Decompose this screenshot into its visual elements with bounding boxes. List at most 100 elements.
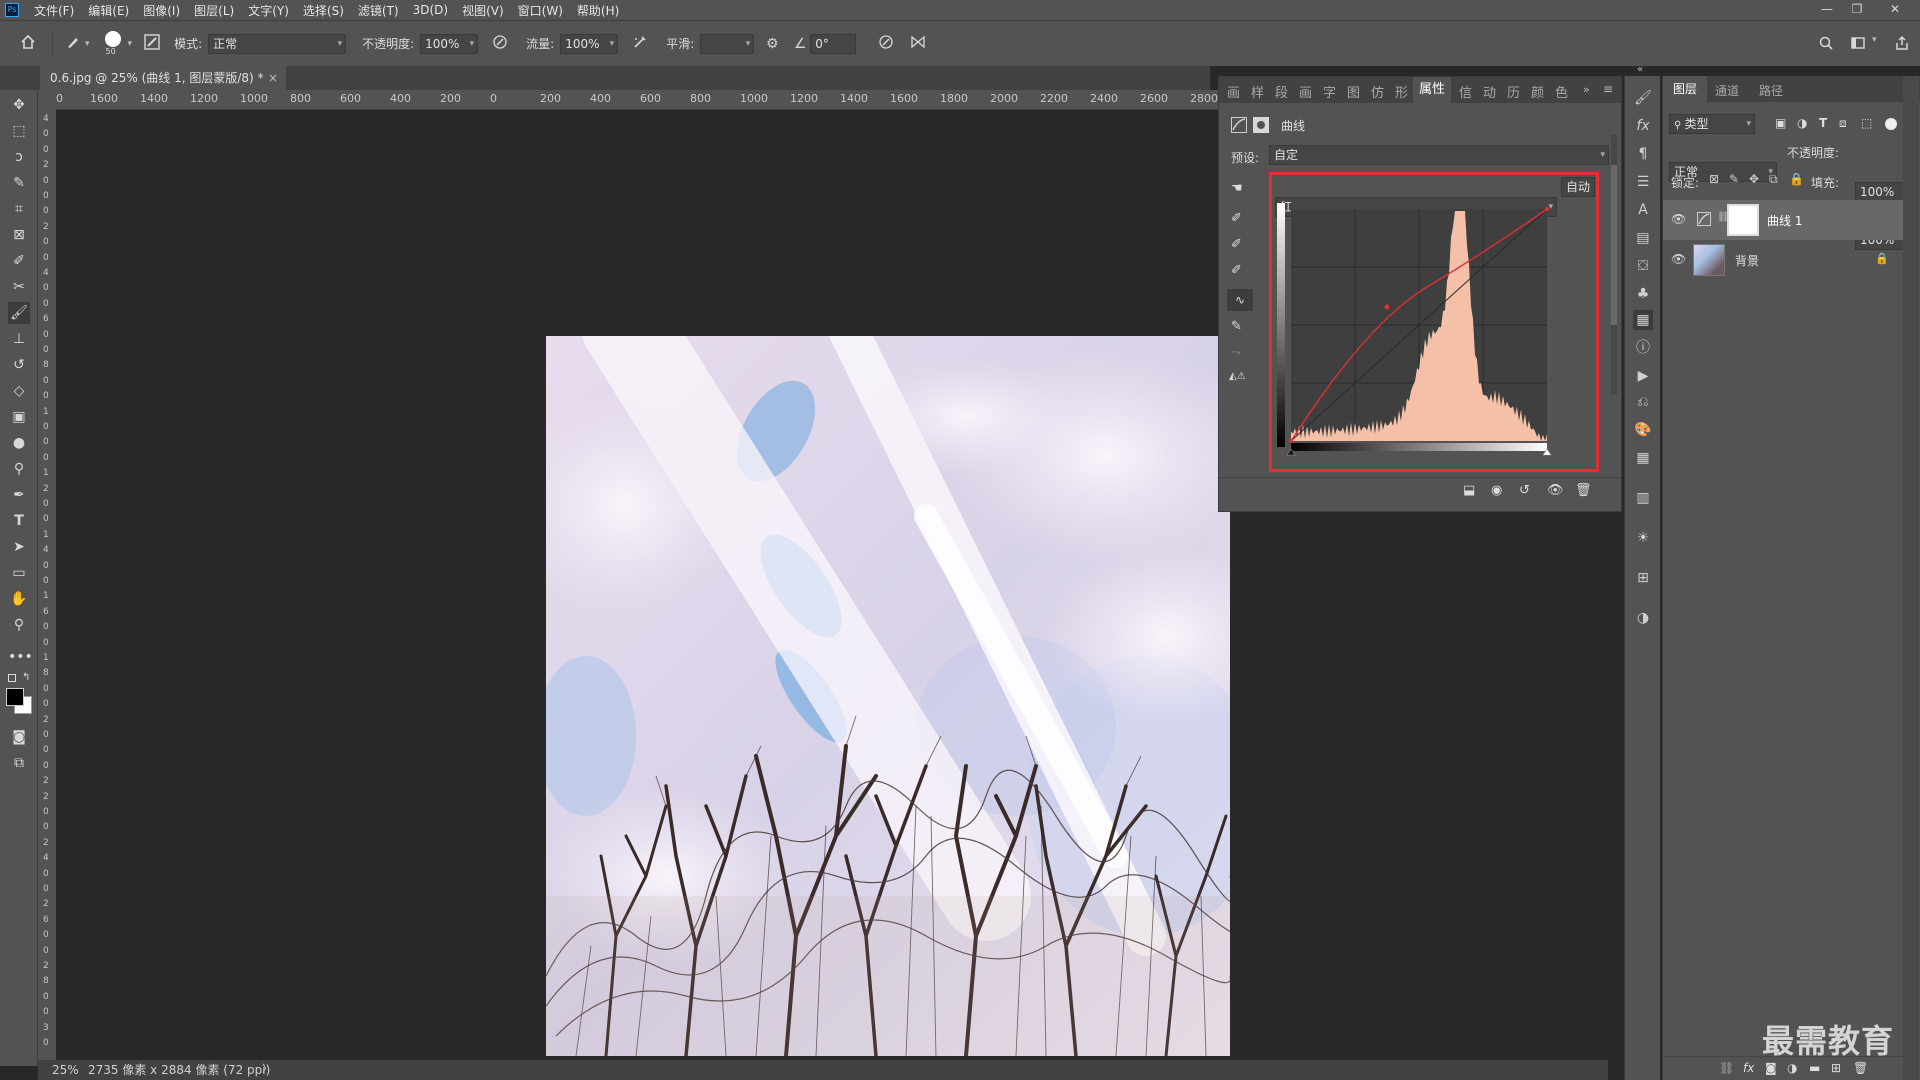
tab-character[interactable]: 字 — [1323, 82, 1336, 101]
actions-play-icon[interactable]: ▶ — [1633, 366, 1653, 386]
curve-endpoint[interactable] — [1289, 439, 1293, 443]
close-tab-icon[interactable]: × — [268, 66, 278, 90]
brush-settings-icon[interactable]: 🖌 — [1633, 88, 1653, 108]
menu-help[interactable]: 帮助(H) — [570, 2, 626, 19]
curves-graph[interactable] — [1277, 203, 1593, 457]
brush-tool-icon[interactable] — [63, 34, 83, 54]
visibility-eye-icon[interactable]: 👁 — [1547, 483, 1564, 498]
white-point-eyedropper-icon[interactable]: ✐ — [1231, 263, 1242, 278]
hand-tool-icon[interactable]: ✋ — [8, 588, 30, 610]
gear-icon[interactable]: ⚙ — [762, 36, 782, 52]
brush-settings-icon[interactable] — [142, 33, 162, 54]
menu-type[interactable]: 文字(Y) — [241, 2, 296, 19]
filter-type-icon[interactable]: T — [1819, 116, 1827, 130]
brush-size-chevron-icon[interactable]: ▾ — [128, 39, 133, 49]
tab-paragraph[interactable]: 段 — [1275, 82, 1288, 101]
libraries-icon[interactable]: ⊞ — [1633, 568, 1653, 588]
adjustments-sun-icon[interactable]: ☀ — [1633, 528, 1653, 548]
brushes-icon[interactable]: ☰ — [1633, 172, 1653, 192]
restore-button[interactable]: ❐ — [1842, 0, 1872, 20]
document-image[interactable] — [546, 336, 1230, 1056]
workspace-icon[interactable] — [1848, 35, 1868, 55]
menu-layer[interactable]: 图层(L) — [187, 2, 241, 19]
lock-transparent-icon[interactable]: ⊠ — [1709, 172, 1719, 186]
zoom-level[interactable]: 25% — [52, 1060, 79, 1080]
stamp-tool-icon[interactable]: ⊥ — [8, 328, 30, 350]
tab-styles[interactable]: 样 — [1251, 82, 1264, 101]
workspace-chevron-icon[interactable]: ▾ — [1872, 35, 1877, 45]
group-folder-icon[interactable]: ▬ — [1809, 1061, 1820, 1075]
black-point-eyedropper-icon[interactable]: ✐ — [1231, 211, 1242, 226]
glyphs-icon[interactable]: ▤ — [1633, 228, 1653, 248]
lasso-tool-icon[interactable]: ↄ — [8, 146, 30, 168]
flow-input[interactable]: 100% ▾ — [560, 33, 619, 54]
shapes-icon[interactable]: ♣ — [1633, 284, 1653, 304]
filter-toggle-icon[interactable] — [1885, 118, 1897, 130]
quick-mask-icon[interactable]: ◙ — [8, 726, 30, 748]
swap-colors-icon[interactable]: ↰ — [22, 672, 30, 683]
document-tab[interactable]: 0.6.jpg @ 25% (曲线 1, 图层蒙版/8) * × — [40, 66, 286, 90]
curve-endpoint[interactable] — [1545, 207, 1549, 211]
tool-preset-chevron-icon[interactable]: ▾ — [85, 39, 90, 49]
adjustment-circle-icon[interactable]: ◑ — [1633, 608, 1653, 628]
swatches-grid-icon[interactable]: ▦ — [1633, 448, 1653, 468]
dodge-tool-icon[interactable]: ⚲ — [8, 458, 30, 480]
tab-brush[interactable]: 画 — [1227, 82, 1240, 101]
brush-size-picker[interactable]: 50 — [102, 29, 124, 59]
pen-tool-icon[interactable]: ✒ — [8, 484, 30, 506]
menu-file[interactable]: 文件(F) — [27, 2, 81, 19]
tab-history[interactable]: 历 — [1507, 82, 1520, 101]
tab-layers[interactable]: 图层 — [1663, 76, 1708, 102]
gradient-tool-icon[interactable]: ▣ — [8, 406, 30, 428]
menu-filter[interactable]: 滤镜(T) — [351, 2, 406, 19]
menu-select[interactable]: 选择(S) — [296, 2, 351, 19]
layer-mask-icon[interactable] — [1253, 117, 1269, 133]
layer-mask-thumbnail[interactable] — [1727, 204, 1759, 236]
tab-paths[interactable]: 路径 — [1759, 82, 1783, 99]
character-icon[interactable]: A — [1633, 200, 1653, 220]
marquee-tool-icon[interactable]: ⬚ — [8, 120, 30, 142]
layer-name[interactable]: 背景 — [1735, 252, 1759, 269]
layer-name[interactable]: 曲线 1 — [1767, 212, 1802, 229]
quick-select-tool-icon[interactable]: ✎ — [8, 172, 30, 194]
pressure-opacity-icon[interactable] — [490, 34, 510, 54]
info-menu-chevron-icon[interactable]: 〉 — [262, 1060, 272, 1080]
minimize-button[interactable]: — — [1812, 0, 1842, 20]
menu-image[interactable]: 图像(I) — [136, 2, 187, 19]
menu-3d[interactable]: 3D(D) — [406, 3, 455, 17]
tab-channels[interactable]: 通道 — [1715, 82, 1739, 99]
foreground-color-swatch[interactable] — [6, 688, 24, 706]
new-layer-icon[interactable]: ⊞ — [1831, 1061, 1841, 1075]
tab-actions[interactable]: 动 — [1483, 82, 1496, 101]
crop-tool-icon[interactable]: ⌗ — [8, 198, 30, 220]
curve-points-icon[interactable]: ∿ — [1227, 289, 1253, 311]
opacity-input[interactable]: 100% ▾ — [420, 33, 479, 54]
clipping-warning-icon[interactable]: ◭⚠ — [1229, 371, 1246, 382]
gray-point-eyedropper-icon[interactable]: ✐ — [1231, 237, 1242, 252]
layer-filter-select[interactable]: ⚲ 类型 ▾ — [1669, 114, 1755, 134]
eraser-tool-icon[interactable]: ◇ — [8, 380, 30, 402]
filter-smart-object-icon[interactable]: ⬚ — [1861, 116, 1872, 130]
target-adjust-hand-icon[interactable]: ☚ — [1231, 181, 1243, 196]
layer-row[interactable]: 👁 ⛓ 曲线 1 — [1663, 200, 1903, 240]
zoom-tool-icon[interactable]: ⚲ — [8, 614, 30, 636]
fx-styles-icon[interactable]: fx — [1633, 116, 1653, 136]
visibility-eye-icon[interactable]: 👁 — [1671, 212, 1686, 226]
move-tool-icon[interactable]: ✥ — [8, 94, 30, 116]
more-tools-icon[interactable]: ••• — [8, 646, 33, 668]
healing-tool-icon[interactable]: ✂ — [8, 276, 30, 298]
fx-icon[interactable]: fx — [1743, 1061, 1754, 1075]
eyedropper-tool-icon[interactable]: ✐ — [8, 250, 30, 272]
tab-color[interactable]: 颜 — [1531, 82, 1544, 101]
visibility-eye-icon[interactable]: 👁 — [1671, 252, 1686, 266]
filter-pixel-icon[interactable]: ▣ — [1775, 116, 1786, 130]
tab-swatches[interactable]: 色 — [1555, 82, 1568, 101]
reset-icon[interactable]: ↺ — [1519, 483, 1530, 498]
collapse-chevrons-icon[interactable]: « — [1637, 64, 1643, 75]
preset-select[interactable]: 自定 ▾ — [1269, 145, 1609, 165]
info-icon[interactable]: ⓘ — [1633, 338, 1653, 358]
tab-glyphs[interactable]: 图 — [1347, 82, 1360, 101]
brush-tool-icon[interactable]: 🖌 — [8, 302, 30, 324]
rectangle-tool-icon[interactable]: ▭ — [8, 562, 30, 584]
share-icon[interactable] — [1892, 35, 1912, 55]
